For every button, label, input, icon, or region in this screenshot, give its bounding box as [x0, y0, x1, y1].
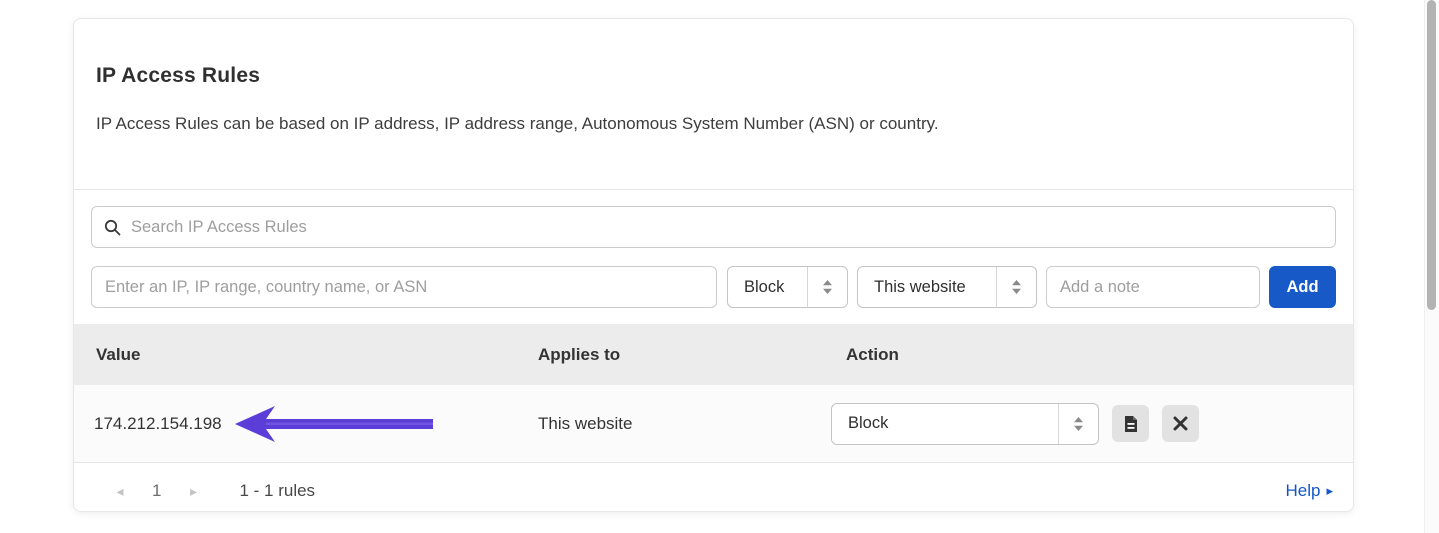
card-header: IP Access Rules IP Access Rules can be b…	[74, 19, 1353, 189]
annotation-arrow-icon	[233, 405, 435, 443]
rules-count: 1 - 1 rules	[239, 481, 315, 501]
stepper-icon	[1059, 416, 1098, 432]
stepper-icon	[808, 279, 847, 295]
rule-value-cell: 174.212.154.198	[74, 405, 538, 443]
x-icon	[1173, 416, 1188, 431]
page-number[interactable]: 1	[152, 481, 161, 501]
chevron-left-icon[interactable]: ◂	[114, 483, 126, 500]
search-input[interactable]	[131, 218, 1323, 237]
applies-to-select-value: This website	[858, 278, 996, 297]
note-icon	[1123, 415, 1139, 433]
pagination: ◂ 1 ▸ 1 - 1 rules	[114, 481, 315, 501]
delete-rule-button[interactable]	[1162, 405, 1199, 442]
column-header-action: Action	[831, 345, 1353, 365]
edit-note-button[interactable]	[1112, 405, 1149, 442]
rule-action-cell: Block	[831, 403, 1353, 445]
page-scrollbar-track[interactable]	[1424, 0, 1439, 533]
table-header: Value Applies to Action	[74, 324, 1353, 385]
row-action-select-value: Block	[832, 414, 1058, 433]
chevron-right-icon[interactable]: ▸	[187, 483, 199, 500]
page-scrollbar-thumb[interactable]	[1427, 0, 1436, 310]
page-title: IP Access Rules	[96, 64, 1331, 88]
controls-section: Block This website	[74, 189, 1353, 324]
rule-applies-to: This website	[538, 414, 831, 434]
page-description: IP Access Rules can be based on IP addre…	[96, 114, 1331, 134]
help-link-label: Help	[1286, 481, 1321, 501]
action-select[interactable]: Block	[727, 266, 848, 308]
note-input[interactable]	[1046, 266, 1260, 308]
search-box[interactable]	[91, 206, 1336, 248]
column-header-value: Value	[74, 345, 538, 365]
rule-value: 174.212.154.198	[94, 414, 222, 434]
add-rule-form: Block This website	[91, 266, 1336, 308]
row-action-select[interactable]: Block	[831, 403, 1099, 445]
card-footer: ◂ 1 ▸ 1 - 1 rules Help ▸	[74, 462, 1353, 512]
search-icon	[104, 219, 121, 236]
rule-value-input[interactable]	[91, 266, 717, 308]
applies-to-select[interactable]: This website	[857, 266, 1037, 308]
action-select-value: Block	[728, 278, 807, 297]
help-link[interactable]: Help ▸	[1286, 481, 1334, 501]
stepper-icon	[997, 279, 1036, 295]
add-button[interactable]: Add	[1269, 266, 1336, 308]
table-row: 174.212.154.198 This website Block	[74, 385, 1353, 462]
ip-access-rules-card: IP Access Rules IP Access Rules can be b…	[73, 18, 1354, 512]
caret-right-icon: ▸	[1326, 483, 1333, 499]
column-header-applies-to: Applies to	[538, 345, 831, 365]
